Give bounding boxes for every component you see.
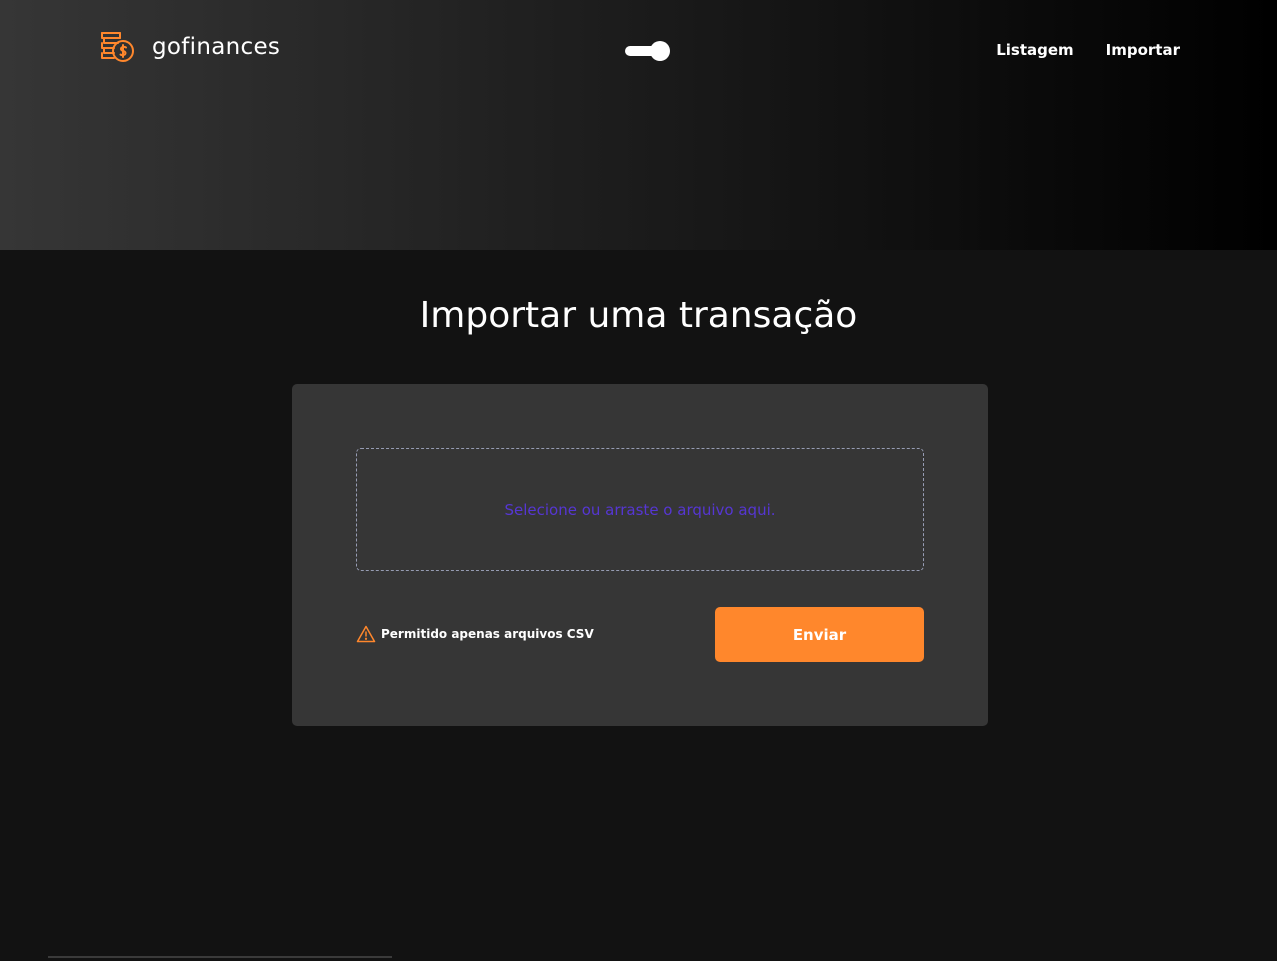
main-nav: Listagem Importar [996, 38, 1180, 62]
dropzone-text: Selecione ou arraste o arquivo aqui. [504, 500, 776, 519]
send-button[interactable]: Enviar [715, 607, 924, 662]
logo-text: gofinances [152, 34, 281, 60]
alert-triangle-icon [356, 624, 376, 644]
csv-warning: Permitido apenas arquivos CSV [356, 624, 594, 644]
warning-text: Permitido apenas arquivos CSV [381, 627, 594, 641]
theme-toggle[interactable] [624, 40, 670, 62]
header: gofinances Listagem Importar [0, 0, 1277, 250]
nav-link-listagem[interactable]: Listagem [996, 38, 1073, 62]
coins-dollar-icon [100, 30, 136, 64]
toggle-knob [650, 41, 670, 61]
import-card: Selecione ou arraste o arquivo aqui. Per… [292, 384, 988, 726]
page-title: Importar uma transação [419, 295, 858, 336]
card-footer: Permitido apenas arquivos CSV Enviar [356, 607, 924, 662]
file-dropzone[interactable]: Selecione ou arraste o arquivo aqui. [356, 448, 924, 571]
bottom-edge-divider [48, 956, 392, 958]
page: gofinances Listagem Importar Importar um… [0, 0, 1277, 961]
nav-link-importar[interactable]: Importar [1106, 38, 1180, 62]
logo[interactable]: gofinances [100, 30, 280, 64]
